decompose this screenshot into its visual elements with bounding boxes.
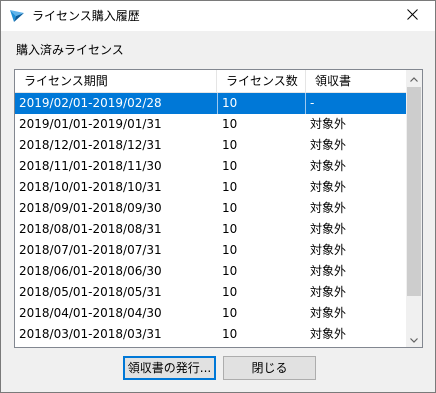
title-bar[interactable]: ライセンス購入履歴 xyxy=(1,1,435,31)
license-rows: 2019/02/01-2019/02/28 10 - 2019/01/01-20… xyxy=(15,93,406,345)
period-cell: 2018/09/01-2018/09/30 xyxy=(19,201,162,215)
close-window-button[interactable] xyxy=(389,1,435,31)
license-list[interactable]: ライセンス期間 ライセンス数 領収書 2019/02/01-2019/02/28… xyxy=(14,69,423,348)
count-cell: 10 xyxy=(222,117,238,131)
count-cell: 10 xyxy=(222,201,238,215)
count-cell: 10 xyxy=(222,138,238,152)
receipt-cell: 対象外 xyxy=(310,180,347,194)
scroll-down-button[interactable] xyxy=(406,331,422,347)
vertical-scrollbar[interactable] xyxy=(406,70,422,347)
close-icon xyxy=(406,9,418,23)
column-header-receipt[interactable]: 領収書 xyxy=(306,70,406,92)
chevron-up-icon xyxy=(410,71,418,85)
count-cell: 10 xyxy=(217,93,306,114)
period-cell: 2018/06/01-2018/06/30 xyxy=(19,264,162,278)
receipt-cell: 対象外 xyxy=(310,117,347,131)
count-cell: 10 xyxy=(222,243,238,257)
period-cell: 2018/11/01-2018/11/30 xyxy=(19,159,162,173)
license-history-dialog: ライセンス購入履歴 購入済みライセンス ライセンス期間 ライセンス数 領収書 2… xyxy=(0,0,436,393)
table-row[interactable]: 2019/01/01-2019/01/31 10 対象外 xyxy=(15,114,406,135)
column-header-period[interactable]: ライセンス期間 xyxy=(15,70,217,92)
table-row[interactable]: 2018/12/01-2018/12/31 10 対象外 xyxy=(15,135,406,156)
app-logo-icon xyxy=(9,9,25,23)
receipt-cell: 対象外 xyxy=(310,159,347,173)
receipt-cell: 対象外 xyxy=(310,138,347,152)
count-cell: 10 xyxy=(222,159,238,173)
close-button[interactable]: 閉じる xyxy=(223,356,316,380)
issue-receipt-button[interactable]: 領収書の発行... xyxy=(123,356,216,380)
window-title: ライセンス購入履歴 xyxy=(32,9,140,23)
table-row[interactable]: 2018/11/01-2018/11/30 10 対象外 xyxy=(15,156,406,177)
receipt-cell: 対象外 xyxy=(310,243,347,257)
period-cell: 2018/04/01-2018/04/30 xyxy=(19,306,162,320)
scroll-up-button[interactable] xyxy=(406,70,422,86)
table-row[interactable]: 2018/10/01-2018/10/31 10 対象外 xyxy=(15,177,406,198)
table-row[interactable]: 2018/07/01-2018/07/31 10 対象外 xyxy=(15,240,406,261)
chevron-down-icon xyxy=(410,332,418,346)
receipt-cell: 対象外 xyxy=(310,327,347,341)
period-cell: 2018/07/01-2018/07/31 xyxy=(19,243,162,257)
list-header: ライセンス期間 ライセンス数 領収書 xyxy=(15,70,406,93)
count-cell: 10 xyxy=(222,180,238,194)
period-cell: 2019/02/01-2019/02/28 xyxy=(19,96,162,110)
period-cell: 2018/05/01-2018/05/31 xyxy=(19,285,162,299)
count-cell: 10 xyxy=(222,222,238,236)
table-row[interactable]: 2018/04/01-2018/04/30 10 対象外 xyxy=(15,303,406,324)
receipt-cell: - xyxy=(310,96,315,110)
column-header-count[interactable]: ライセンス数 xyxy=(217,70,306,92)
purchased-licenses-label: 購入済みライセンス xyxy=(16,43,124,57)
receipt-cell: 対象外 xyxy=(310,201,347,215)
period-cell: 2018/10/01-2018/10/31 xyxy=(19,180,162,194)
receipt-cell: 対象外 xyxy=(310,222,347,236)
table-row[interactable]: 2018/06/01-2018/06/30 10 対象外 xyxy=(15,261,406,282)
receipt-cell: 対象外 xyxy=(310,306,347,320)
table-row[interactable]: 2018/05/01-2018/05/31 10 対象外 xyxy=(15,282,406,303)
period-cell: 2019/01/01-2019/01/31 xyxy=(19,117,162,131)
count-cell: 10 xyxy=(222,285,238,299)
period-cell: 2018/08/01-2018/08/31 xyxy=(19,222,162,236)
scroll-thumb[interactable] xyxy=(407,87,421,296)
count-cell: 10 xyxy=(222,327,238,341)
table-row[interactable]: 2018/08/01-2018/08/31 10 対象外 xyxy=(15,219,406,240)
table-row[interactable]: 2019/02/01-2019/02/28 10 - xyxy=(15,93,406,114)
table-row[interactable]: 2018/09/01-2018/09/30 10 対象外 xyxy=(15,198,406,219)
receipt-cell: 対象外 xyxy=(310,264,347,278)
period-cell: 2018/12/01-2018/12/31 xyxy=(19,138,162,152)
table-row[interactable]: 2018/03/01-2018/03/31 10 対象外 xyxy=(15,324,406,345)
count-cell: 10 xyxy=(222,306,238,320)
receipt-cell: 対象外 xyxy=(310,285,347,299)
period-cell: 2018/03/01-2018/03/31 xyxy=(19,327,162,341)
count-cell: 10 xyxy=(222,264,238,278)
